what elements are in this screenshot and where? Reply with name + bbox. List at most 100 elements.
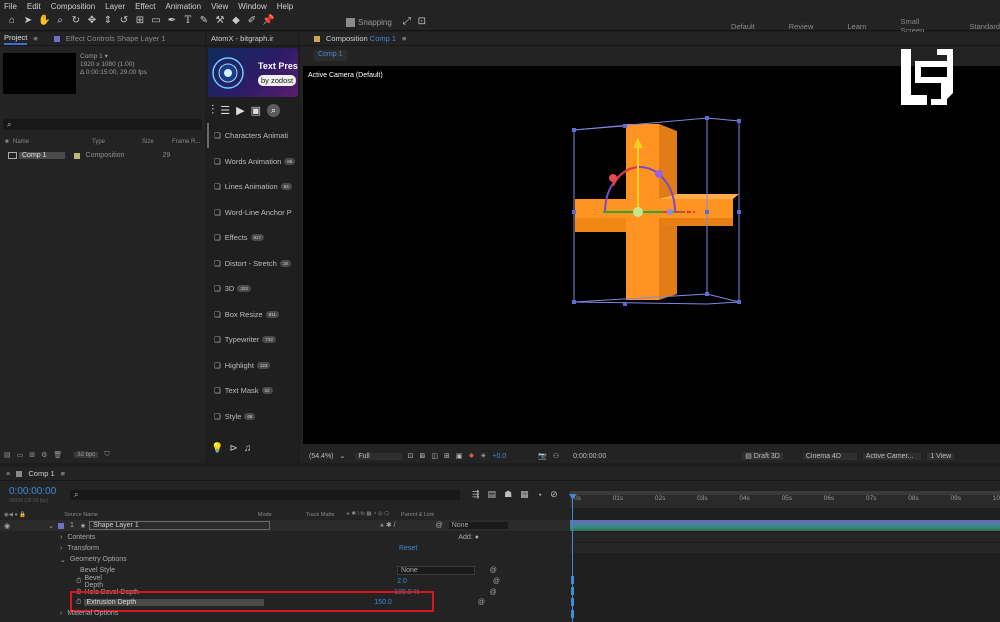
layer-name[interactable]: Shape Layer 1 (89, 521, 270, 530)
contents-group[interactable]: › Contents Add: ● (60, 532, 480, 543)
atomx-item-style[interactable]: ❏ Style 68 (207, 404, 298, 430)
atomx-item-text-mask[interactable]: ❏ Text Mask 22 (207, 378, 298, 404)
track-area[interactable] (570, 508, 1000, 622)
bevel-style-dropdown[interactable]: None (397, 566, 475, 575)
atomx-item-box-resize[interactable]: ❏ Box Resize 911 (207, 302, 298, 328)
rotate-tool-icon[interactable]: ↺ (118, 15, 130, 27)
col-source-name[interactable]: Source Name (64, 512, 98, 518)
col-parent-link[interactable]: Parent & Link (401, 512, 434, 518)
transparency-grid-icon[interactable]: ⊠ (420, 452, 426, 460)
show-snapshot-icon[interactable]: ⚇ (553, 452, 559, 460)
trash-icon[interactable]: ⛉ (104, 451, 109, 459)
atomx-item-characters-animation[interactable]: ❏ Characters Animati (207, 123, 298, 149)
visibility-eye-icon[interactable]: ◉ (4, 522, 10, 530)
current-time-display[interactable]: 0:00:00:00 (573, 453, 606, 460)
time-ruler[interactable]: 0s 01s 02s 03s 04s 05s 06s 07s 08s 09s 1… (570, 491, 1000, 508)
transform-group[interactable]: › Transform Reset (60, 543, 480, 554)
snapping-checkbox[interactable] (346, 17, 355, 27)
roto-brush-icon[interactable]: ✐ (246, 15, 258, 27)
atomx-item-lines-animation[interactable]: ❏ Lines Animation 54 (207, 174, 298, 200)
parent-pickwhip-icon[interactable]: @ (436, 522, 443, 529)
bevel-depth-value[interactable]: 2.0 (397, 578, 407, 585)
expression-pickwhip-icon[interactable]: @ (493, 578, 500, 585)
pen-tool-icon[interactable]: ✒ (166, 15, 178, 27)
atomx-item-highlight[interactable]: ❏ Highlight 123 (207, 353, 298, 379)
exposure-icon[interactable]: ✳ (480, 452, 486, 460)
menu-file[interactable]: File (4, 2, 17, 11)
comp-name-label[interactable]: Comp 1 ▾ (80, 53, 147, 61)
material-options-group[interactable]: › Material Options (60, 608, 480, 619)
home-icon[interactable]: ⌂ (6, 15, 18, 27)
snap-expand-icon[interactable]: ⤢ (401, 16, 413, 28)
workspace-standard[interactable]: Standard (970, 22, 1000, 31)
atomx-play-icon[interactable]: ⊳ (229, 443, 237, 454)
menu-help[interactable]: Help (277, 2, 293, 11)
frame-blending-icon[interactable]: ▦ (520, 489, 529, 500)
magnification-dropdown[interactable]: (54.4%) (309, 453, 334, 460)
zoom-tool-icon[interactable]: ⌕ (54, 15, 66, 27)
atomx-image-icon[interactable]: ▣ (251, 104, 261, 117)
orbit-tool-icon[interactable]: ↻ (70, 15, 82, 27)
atomx-item-effects[interactable]: ❏ Effects 817 (207, 225, 298, 251)
expression-pickwhip-icon[interactable]: @ (478, 599, 485, 606)
delete-icon[interactable]: 🗑 (53, 451, 62, 459)
color-channel-icon[interactable]: ✸ (469, 452, 475, 460)
menu-animation[interactable]: Animation (165, 2, 201, 11)
comp-subtab[interactable]: Comp 1 (314, 50, 347, 61)
region-of-interest-icon[interactable]: ⊡ (408, 452, 414, 460)
layer-label-swatch[interactable] (57, 522, 64, 529)
composition-viewer[interactable]: Active Camera (Default) (303, 49, 1000, 444)
exposure-value[interactable]: +0.0 (492, 453, 506, 460)
menu-window[interactable]: Window (238, 2, 266, 11)
view-layout-icon[interactable]: ▣ (456, 452, 463, 460)
comp-lock-icon[interactable] (314, 35, 320, 42)
mask-visibility-icon[interactable]: ◫ (431, 452, 438, 460)
bpc-label[interactable]: 32 bpc (74, 452, 99, 458)
column-frame-rate[interactable]: Frame R... (172, 139, 200, 145)
views-dropdown[interactable]: 1 View (927, 452, 955, 460)
menu-effect[interactable]: Effect (135, 2, 155, 11)
puppet-tool-icon[interactable]: 📌 (262, 15, 274, 27)
menu-layer[interactable]: Layer (105, 2, 125, 11)
atomx-item-typewriter[interactable]: ❏ Typewriter 732 (207, 327, 298, 353)
atomx-item-distort-stretch[interactable]: ❏ Distort - Stretch 19 (207, 251, 298, 277)
extruded-cross-shape[interactable] (303, 66, 1000, 444)
workspace-review[interactable]: Review (789, 22, 814, 31)
draft-3d-timeline-icon[interactable]: ▤ (488, 489, 497, 500)
col-mode[interactable]: Mode (258, 512, 272, 518)
snap-center-icon[interactable]: ⊡ (416, 16, 428, 28)
tab-project[interactable]: Project (4, 33, 28, 45)
interpret-footage-icon[interactable]: ▤ (4, 451, 11, 459)
column-type[interactable]: Type (92, 139, 105, 145)
add-content-icon[interactable]: ● (475, 534, 479, 541)
renderer-dropdown[interactable]: Cinema 4D (802, 452, 857, 460)
project-row-comp1[interactable]: Comp 1 Composition 29 (8, 150, 204, 161)
hand-tool-icon[interactable]: ✋ (38, 15, 50, 27)
close-icon[interactable]: × (6, 469, 10, 478)
workspace-learn[interactable]: Learn (847, 22, 866, 31)
menu-edit[interactable]: Edit (27, 2, 41, 11)
comp-tab-label[interactable]: Composition Comp 1 (326, 34, 396, 43)
clone-stamp-icon[interactable]: ⚒ (214, 15, 226, 27)
keyframe-marker[interactable] (571, 576, 574, 584)
atomx-list-icon[interactable]: ☰ (220, 104, 230, 117)
stopwatch-icon[interactable]: ⏱ (76, 578, 81, 586)
atomx-item-word-line-anchor[interactable]: ❏ Word-Line Anchor P (207, 200, 298, 226)
tab-effect-controls[interactable]: Effect Controls Shape Layer 1 (66, 34, 166, 43)
draft-3d-toggle[interactable]: ▤ Draft 3D (742, 452, 783, 460)
pan-tool-icon[interactable]: ✥ (86, 15, 98, 27)
atomx-bulb-icon[interactable]: 💡 (211, 443, 223, 454)
timeline-timecode[interactable]: 0:00:00:00 (9, 486, 56, 497)
atomx-video-icon[interactable]: ▶ (236, 104, 244, 117)
workspace-default[interactable]: Default (731, 22, 755, 31)
layer-expand-chevron-icon[interactable]: ⌄ (48, 522, 54, 530)
geometry-options-group[interactable]: ⌄ Geometry Options (60, 554, 480, 565)
transform-reset-link[interactable]: Reset (399, 545, 417, 552)
pan-behind-tool-icon[interactable]: ⊞ (134, 15, 146, 27)
expression-pickwhip-icon[interactable]: @ (490, 567, 497, 574)
expression-pickwhip-icon[interactable]: @ (490, 589, 497, 596)
layer-row-shape-layer-1[interactable]: ◉ ⌄ 1 ★ Shape Layer 1 ⚹ ✱ / @ None (0, 520, 570, 531)
atomx-item-3d[interactable]: ❏ 3D 333 (207, 276, 298, 302)
column-size[interactable]: Size (142, 139, 154, 145)
timeline-search-input[interactable]: ⌕ (70, 490, 460, 500)
